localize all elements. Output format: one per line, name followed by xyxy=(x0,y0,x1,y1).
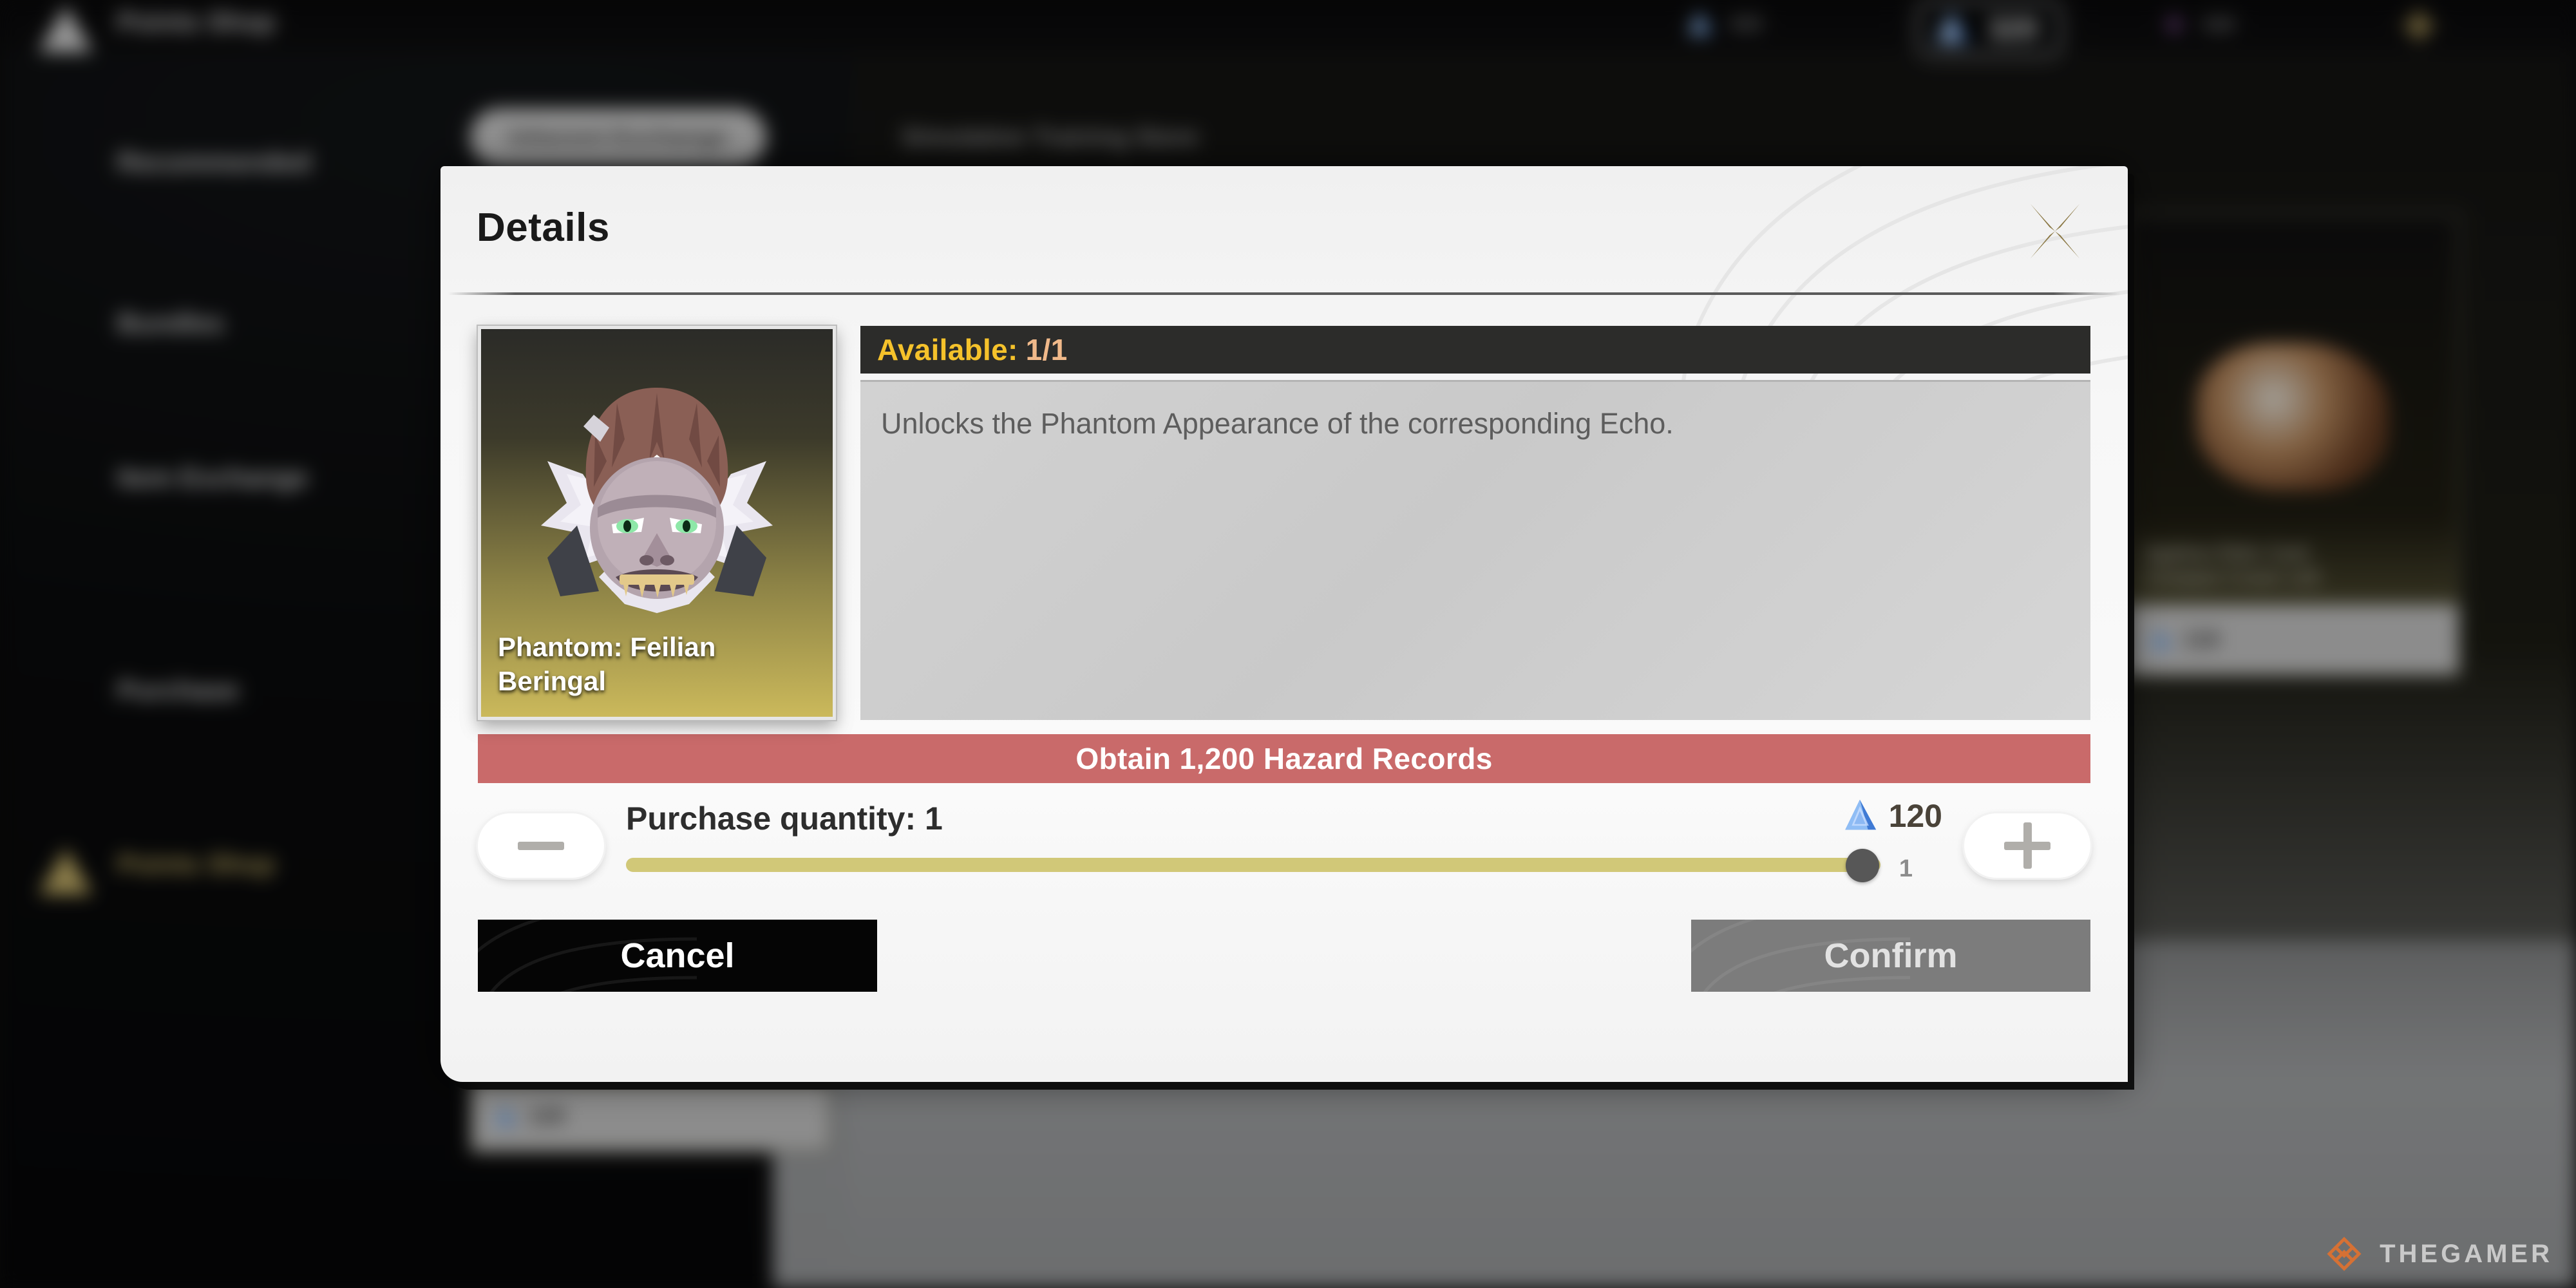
details-dialog: Details Phantom: Feilian Beringal Availa… xyxy=(440,166,2128,1082)
slider-track[interactable] xyxy=(626,858,1880,872)
price-display: 120 xyxy=(1841,797,1942,835)
thegamer-logo-icon xyxy=(2327,1236,2362,1271)
decrease-quantity-button[interactable] xyxy=(478,813,604,878)
watermark: THEGAMER xyxy=(2323,1233,2553,1275)
increase-quantity-button[interactable] xyxy=(1964,813,2090,878)
item-card[interactable]: Phantom: Feilian Beringal xyxy=(478,326,836,720)
dialog-footer: Cancel Confirm xyxy=(478,920,2090,992)
availability-value: 1/1 xyxy=(1025,333,1068,366)
crystal-icon xyxy=(1841,797,1879,835)
minus-icon xyxy=(518,841,564,850)
dialog-header: Details xyxy=(440,166,2128,292)
slider-thumb[interactable] xyxy=(1846,849,1879,882)
confirm-button[interactable]: Confirm xyxy=(1691,920,2090,992)
quantity-slider-area: Purchase quantity: 1 120 1 xyxy=(604,797,1964,894)
availability-label: Available: xyxy=(877,333,1018,366)
item-info-column: Available: 1/1 Unlocks the Phantom Appea… xyxy=(860,326,2090,720)
close-star-icon[interactable] xyxy=(2020,196,2090,267)
cancel-button-label: Cancel xyxy=(620,936,735,975)
watermark-text: THEGAMER xyxy=(2380,1239,2553,1268)
cancel-button[interactable]: Cancel xyxy=(478,920,877,992)
item-summary-row: Phantom: Feilian Beringal Available: 1/1… xyxy=(478,326,2090,720)
availability-bar: Available: 1/1 xyxy=(860,326,2090,374)
feilian-beringal-phantom-art xyxy=(541,387,773,613)
item-name: Phantom: Feilian Beringal xyxy=(498,632,716,697)
quantity-label: Purchase quantity: 1 xyxy=(626,800,943,837)
item-description: Unlocks the Phantom Appearance of the co… xyxy=(860,380,2090,720)
confirm-button-label: Confirm xyxy=(1824,936,1958,975)
plus-icon xyxy=(2004,822,2050,869)
obtain-banner: Obtain 1,200 Hazard Records xyxy=(478,734,2090,783)
page-title: Details xyxy=(477,205,610,250)
price-value: 120 xyxy=(1888,798,1942,834)
slider-value: 1 xyxy=(1899,855,1913,882)
item-card-accent-bar xyxy=(481,717,833,720)
dialog-body: Phantom: Feilian Beringal Available: 1/1… xyxy=(440,292,2128,992)
quantity-slider[interactable]: 1 xyxy=(626,848,1942,884)
quantity-row: Purchase quantity: 1 120 1 xyxy=(478,797,2090,894)
